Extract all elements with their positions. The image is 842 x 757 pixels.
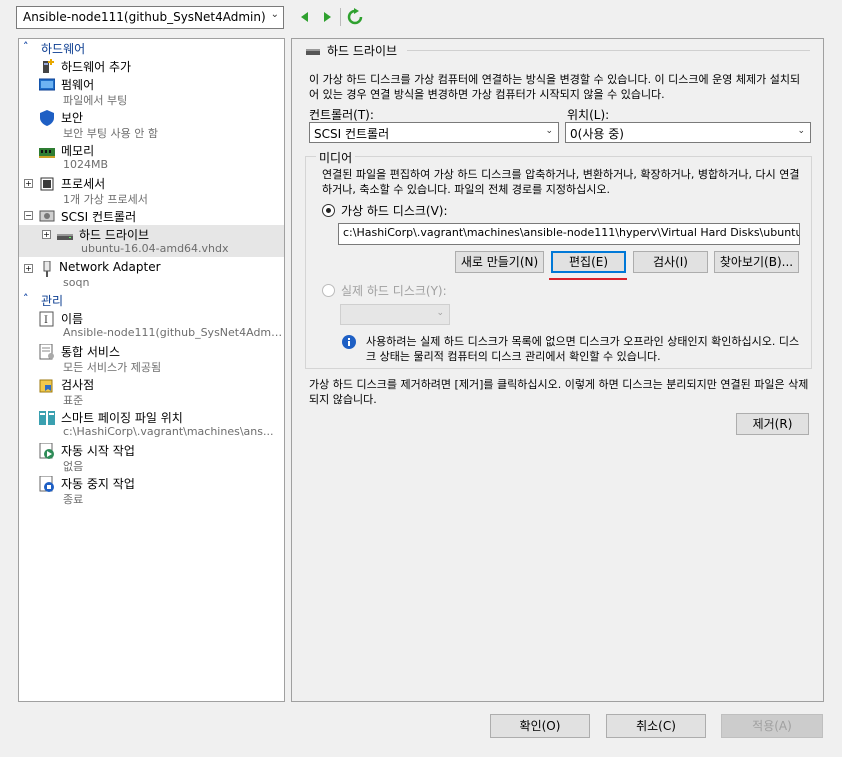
tree-item-scsi-controller[interactable]: − SCSI 컨트롤러 bbox=[19, 207, 284, 224]
physical-disk-radio-label[interactable]: 실제 하드 디스크(Y): bbox=[341, 282, 447, 299]
panel-title: 하드 드라이브 bbox=[327, 44, 398, 58]
edit-highlight-underline bbox=[549, 278, 627, 280]
tree-item-firmware[interactable]: 펌웨어 파일에서 부팅 bbox=[19, 75, 284, 107]
vm-selector-dropdown[interactable]: Ansible-node111(github_SysNet4Admin) ⌄ bbox=[16, 6, 284, 29]
expand-plus-icon[interactable]: + bbox=[42, 230, 51, 239]
media-group-label: 미디어 bbox=[316, 149, 356, 166]
collapse-up-icon: ˄ bbox=[23, 40, 29, 53]
tree-item-smart-paging[interactable]: 스마트 페이징 파일 위치 c:\HashiCorp\.vagrant\mach… bbox=[19, 408, 284, 440]
tree-item-auto-start[interactable]: 자동 시작 작업 없음 bbox=[19, 441, 284, 473]
physical-disk-dropdown[interactable]: ⌄ bbox=[340, 304, 450, 325]
chevron-down-icon: ⌄ bbox=[436, 308, 444, 318]
location-dropdown[interactable]: 0(사용 중) ⌄ bbox=[565, 122, 811, 143]
smart-paging-icon bbox=[39, 410, 55, 426]
shield-icon bbox=[39, 110, 55, 126]
cancel-button[interactable]: 취소(C) bbox=[606, 714, 706, 738]
expand-plus-icon[interactable]: + bbox=[24, 179, 33, 188]
processor-icon bbox=[39, 176, 55, 192]
new-button[interactable]: 새로 만들기(N) bbox=[455, 251, 544, 273]
vm-selector-value: Ansible-node111(github_SysNet4Admin) bbox=[23, 10, 266, 24]
remove-description: 가상 하드 디스크를 제거하려면 [제거]를 클릭하십시오. 이렇게 하면 디스… bbox=[309, 378, 809, 406]
physical-disk-info: 사용하려는 실제 하드 디스크가 목록에 없으면 디스크가 오프라인 상태인지 … bbox=[366, 335, 800, 363]
title-divider bbox=[407, 50, 810, 51]
scsi-controller-icon bbox=[39, 208, 55, 224]
svg-text:I: I bbox=[44, 315, 48, 326]
controller-label: 컨트롤러(T): bbox=[309, 108, 374, 122]
tree-item-checkpoints[interactable]: 검사점 표준 bbox=[19, 375, 284, 407]
add-hardware-icon bbox=[39, 58, 55, 74]
chevron-down-icon: ⌄ bbox=[270, 9, 279, 20]
tree-item-network-adapter[interactable]: + Network Adapter soqn bbox=[19, 259, 284, 291]
tree-item-integration-services[interactable]: 통합 서비스 모든 서비스가 제공됨 bbox=[19, 342, 284, 374]
ok-button[interactable]: 확인(O) bbox=[490, 714, 590, 738]
integration-services-icon bbox=[39, 343, 55, 360]
physical-disk-radio[interactable] bbox=[322, 284, 335, 297]
virtual-disk-radio[interactable] bbox=[322, 204, 335, 217]
chevron-down-icon: ⌄ bbox=[797, 126, 805, 136]
controller-dropdown[interactable]: SCSI 컨트롤러 ⌄ bbox=[309, 122, 559, 143]
back-arrow-icon[interactable] bbox=[296, 8, 314, 26]
name-tag-icon: I bbox=[39, 311, 55, 327]
settings-tree: ˄ 하드웨어 하드웨어 추가 펌웨어 파일에서 부팅 보안 보안 부팅 사용 안… bbox=[18, 38, 285, 702]
expand-plus-icon[interactable]: + bbox=[24, 264, 33, 273]
intro-text: 이 가상 하드 디스크를 가상 컴퓨터에 연결하는 방식을 변경할 수 있습니다… bbox=[309, 73, 801, 101]
remove-button[interactable]: 제거(R) bbox=[736, 413, 809, 435]
inspect-button[interactable]: 검사(I) bbox=[633, 251, 708, 273]
virtual-disk-radio-label[interactable]: 가상 하드 디스크(V): bbox=[341, 202, 448, 219]
collapse-minus-icon[interactable]: − bbox=[24, 211, 33, 220]
info-icon bbox=[342, 335, 356, 349]
hardware-section-header[interactable]: ˄ 하드웨어 bbox=[19, 40, 284, 57]
hard-drive-icon bbox=[57, 228, 73, 244]
tree-item-security[interactable]: 보안 보안 부팅 사용 안 함 bbox=[19, 108, 284, 140]
toolbar-divider bbox=[340, 8, 341, 26]
refresh-icon[interactable] bbox=[346, 8, 364, 26]
tree-item-memory[interactable]: 메모리 1024MB bbox=[19, 141, 284, 173]
tree-item-add-hardware[interactable]: 하드웨어 추가 bbox=[19, 57, 284, 74]
tree-item-name[interactable]: I 이름 Ansible-node111(github_SysNet4Admin… bbox=[19, 309, 284, 341]
memory-icon bbox=[39, 144, 55, 160]
network-adapter-icon bbox=[39, 260, 55, 277]
location-label: 위치(L): bbox=[567, 108, 610, 122]
hard-drive-settings-panel: 하드 드라이브 이 가상 하드 디스크를 가상 컴퓨터에 연결하는 방식을 변경… bbox=[291, 38, 824, 702]
auto-stop-icon bbox=[39, 475, 55, 492]
tree-item-hard-drive[interactable]: + 하드 드라이브 ubuntu-16.04-amd64.vhdx bbox=[19, 225, 284, 257]
hard-drive-icon bbox=[306, 46, 320, 56]
collapse-up-icon: ˄ bbox=[23, 292, 29, 305]
apply-button[interactable]: 적용(A) bbox=[721, 714, 823, 738]
chevron-down-icon: ⌄ bbox=[545, 126, 553, 136]
browse-button[interactable]: 찾아보기(B)... bbox=[714, 251, 799, 273]
forward-arrow-icon[interactable] bbox=[318, 8, 336, 26]
firmware-icon bbox=[38, 77, 56, 93]
edit-button[interactable]: 편집(E) bbox=[551, 251, 626, 273]
tree-item-processor[interactable]: + 프로세서 1개 가상 프로세서 bbox=[19, 174, 284, 206]
media-description: 연결된 파일을 편집하여 가상 하드 디스크를 압축하거나, 변환하거나, 확장… bbox=[322, 168, 800, 196]
auto-start-icon bbox=[39, 442, 55, 459]
checkpoint-icon bbox=[39, 377, 55, 393]
tree-item-auto-stop[interactable]: 자동 중지 작업 종료 bbox=[19, 474, 284, 506]
management-section-header[interactable]: ˄ 관리 bbox=[19, 292, 284, 309]
vhd-path-input[interactable]: c:\HashiCorp\.vagrant\machines\ansible-n… bbox=[338, 223, 800, 245]
